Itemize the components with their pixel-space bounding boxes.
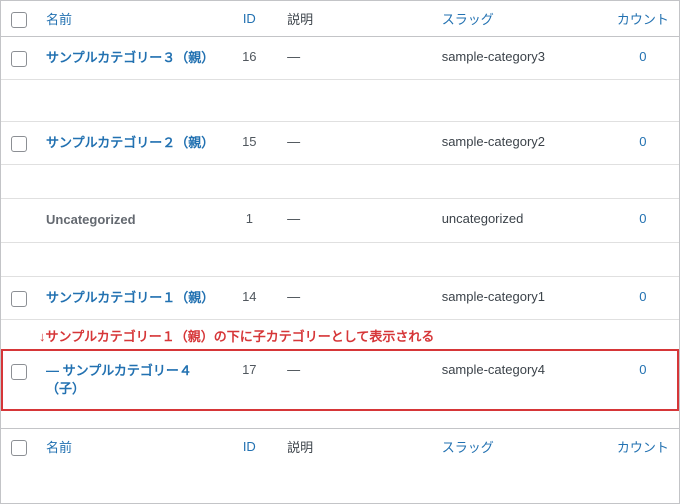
row-count-cell: 0	[607, 276, 679, 319]
row-id: 14	[222, 276, 278, 319]
row-checkbox[interactable]	[11, 291, 27, 307]
row-name-cell: サンプルカテゴリー３（親）	[36, 37, 221, 80]
row-name-cell: — サンプルカテゴリー４（子）	[36, 349, 221, 410]
spacer-row	[1, 242, 679, 276]
row-description: —	[277, 349, 432, 410]
row-name-link[interactable]: サンプルカテゴリー３（親）	[46, 50, 214, 65]
footer-id[interactable]: ID	[222, 429, 278, 465]
row-id: 1	[222, 199, 278, 242]
row-slug: sample-category4	[432, 349, 607, 410]
row-name-link[interactable]: — サンプルカテゴリー４（子）	[46, 363, 192, 396]
spacer-row	[1, 165, 679, 199]
row-checkbox-cell	[1, 122, 36, 165]
annotation-text: ↓サンプルカテゴリー１（親）の下に子カテゴリーとして表示される	[1, 319, 679, 349]
footer-description: 説明	[277, 429, 432, 465]
row-count-link[interactable]: 0	[639, 134, 646, 149]
select-all-checkbox-footer[interactable]	[11, 440, 27, 456]
row-slug: sample-category2	[432, 122, 607, 165]
category-table-wrap: 名前 ID 説明 スラッグ カウント サンプルカテゴリー３（親）16—sampl…	[0, 0, 680, 504]
row-checkbox[interactable]	[11, 51, 27, 67]
row-count-cell: 0	[607, 37, 679, 80]
header-id[interactable]: ID	[222, 1, 278, 37]
row-name-cell: サンプルカテゴリー２（親）	[36, 122, 221, 165]
spacer-row	[1, 411, 679, 429]
header-count[interactable]: カウント	[607, 1, 679, 37]
footer-count[interactable]: カウント	[607, 429, 679, 465]
row-count-link[interactable]: 0	[639, 289, 646, 304]
spacer-row	[1, 80, 679, 122]
row-id: 17	[222, 349, 278, 410]
header-slug[interactable]: スラッグ	[432, 1, 607, 37]
row-count-cell: 0	[607, 122, 679, 165]
select-all-checkbox[interactable]	[11, 12, 27, 28]
row-checkbox-cell	[1, 349, 36, 410]
row-count-link[interactable]: 0	[639, 49, 646, 64]
row-count-cell: 0	[607, 199, 679, 242]
row-slug: sample-category1	[432, 276, 607, 319]
row-checkbox-cell	[1, 276, 36, 319]
row-count-link[interactable]: 0	[639, 362, 646, 377]
row-checkbox-cell	[1, 37, 36, 80]
table-row: — サンプルカテゴリー４（子） 17—sample-category4 0	[1, 349, 679, 410]
row-count-cell: 0	[607, 349, 679, 410]
row-name-link[interactable]: サンプルカテゴリー２（親）	[46, 135, 214, 150]
footer-slug[interactable]: スラッグ	[432, 429, 607, 465]
row-description: —	[277, 276, 432, 319]
header-name[interactable]: 名前	[36, 1, 221, 37]
table-row: サンプルカテゴリー２（親） 15—sample-category2 0	[1, 122, 679, 165]
table-row: Uncategorized 1—uncategorized 0	[1, 199, 679, 242]
table-row: サンプルカテゴリー１（親） 14—sample-category1 0	[1, 276, 679, 319]
annotation-row: ↓サンプルカテゴリー１（親）の下に子カテゴリーとして表示される	[1, 319, 679, 349]
row-checkbox[interactable]	[11, 364, 27, 380]
row-id: 15	[222, 122, 278, 165]
footer-name[interactable]: 名前	[36, 429, 221, 465]
footer-select-all[interactable]	[1, 429, 36, 465]
row-slug: sample-category3	[432, 37, 607, 80]
row-checkbox[interactable]	[11, 136, 27, 152]
row-name-cell: Uncategorized	[36, 199, 221, 242]
row-description: —	[277, 37, 432, 80]
header-select-all[interactable]	[1, 1, 36, 37]
row-name-link[interactable]: サンプルカテゴリー１（親）	[46, 290, 214, 305]
row-id: 16	[222, 37, 278, 80]
table-header-row: 名前 ID 説明 スラッグ カウント	[1, 1, 679, 37]
table-row: サンプルカテゴリー３（親） 16—sample-category3 0	[1, 37, 679, 80]
header-description: 説明	[277, 1, 432, 37]
row-name-link[interactable]: Uncategorized	[46, 212, 136, 227]
row-description: —	[277, 122, 432, 165]
row-name-cell: サンプルカテゴリー１（親）	[36, 276, 221, 319]
row-description: —	[277, 199, 432, 242]
category-table: 名前 ID 説明 スラッグ カウント サンプルカテゴリー３（親）16—sampl…	[1, 1, 679, 464]
row-checkbox-cell	[1, 199, 36, 242]
table-footer-row: 名前 ID 説明 スラッグ カウント	[1, 429, 679, 465]
row-count-link[interactable]: 0	[639, 211, 646, 226]
row-slug: uncategorized	[432, 199, 607, 242]
